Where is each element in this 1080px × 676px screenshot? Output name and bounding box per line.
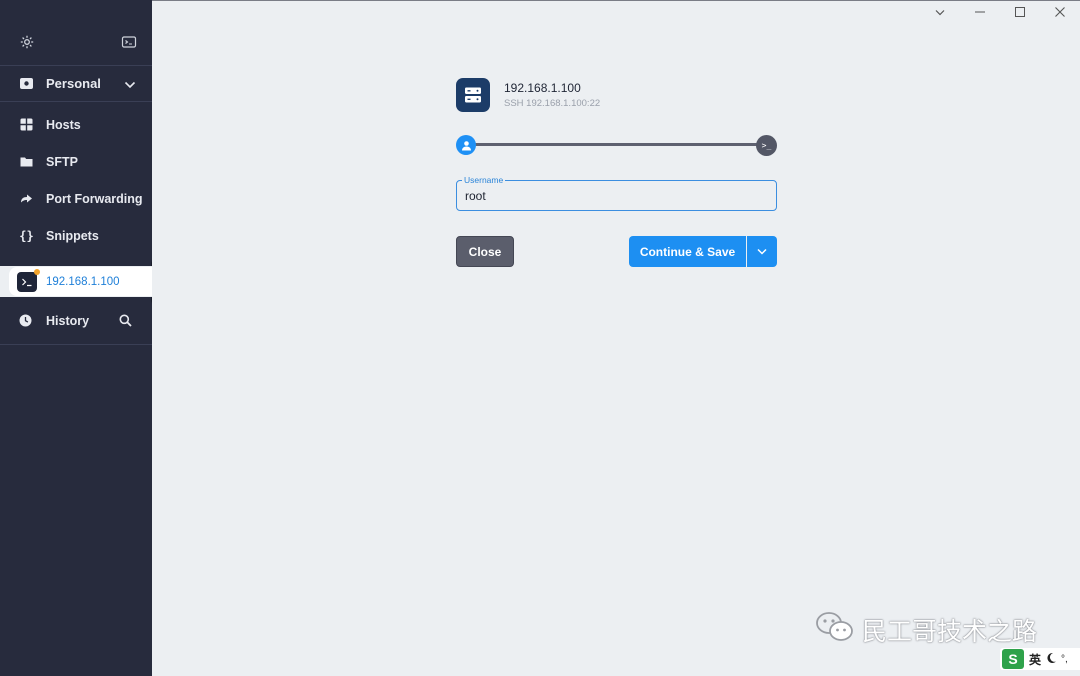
braces-icon: {}	[19, 228, 34, 243]
terminal-step-icon: >_	[756, 135, 777, 156]
continue-options-dropdown[interactable]	[747, 236, 777, 267]
chevron-down-icon	[757, 248, 767, 255]
tab-session-192-168-1-100[interactable]: 192.168.1.100	[9, 267, 152, 296]
minimize-icon[interactable]	[960, 0, 1000, 24]
search-icon[interactable]	[119, 314, 132, 330]
ime-logo-icon: S	[1002, 649, 1024, 669]
chevron-down-icon	[124, 78, 136, 93]
vault-icon	[19, 76, 34, 91]
host-name: 192.168.1.100	[504, 81, 581, 95]
vault-label: Personal	[46, 76, 101, 91]
continue-save-button[interactable]: Continue & Save	[629, 236, 746, 267]
watermark-text: 民工哥技术之路	[862, 617, 1038, 646]
sidebar-item-label: Port Forwarding	[46, 191, 143, 206]
punctuation-icon[interactable]: °,	[1061, 654, 1068, 665]
host-server-icon	[456, 78, 490, 112]
sidebar-item-hosts[interactable]: Hosts	[0, 106, 152, 143]
sidebar-item-label: Hosts	[46, 117, 81, 132]
port-forwarding-icon	[19, 191, 34, 206]
menu-chevron-icon[interactable]	[920, 0, 960, 24]
tab-label: 192.168.1.100	[46, 275, 120, 288]
vault-selector[interactable]: Personal	[0, 66, 152, 102]
wechat-icon	[814, 610, 856, 650]
folder-icon	[19, 154, 34, 169]
sidebar-nav: Hosts SFTP Port Forwarding {} Snippets	[0, 102, 152, 254]
sidebar-item-label: Snippets	[46, 228, 99, 243]
host-address: SSH 192.168.1.100:22	[504, 98, 601, 109]
ime-toolbar[interactable]: S 英 °,	[1000, 648, 1080, 670]
sidebar-item-label: SFTP	[46, 154, 78, 169]
sidebar-item-sftp[interactable]: SFTP	[0, 143, 152, 180]
close-button[interactable]: Close	[456, 236, 514, 267]
history-label: History	[46, 313, 90, 328]
hosts-icon	[19, 117, 34, 132]
terminal-session-icon	[17, 268, 40, 292]
sidebar: Personal Hosts SFTP Port Forwarding {} S…	[0, 0, 152, 676]
user-step-icon	[456, 135, 476, 155]
maximize-icon[interactable]	[1000, 0, 1040, 24]
username-label: Username	[462, 175, 506, 185]
clock-icon	[19, 313, 34, 328]
terminal-icon[interactable]	[121, 34, 137, 50]
sidebar-toolbar	[0, 0, 152, 66]
sidebar-lower: History	[0, 297, 152, 676]
username-input[interactable]	[465, 189, 765, 203]
close-window-icon[interactable]	[1040, 0, 1080, 24]
watermark: 民工哥技术之路	[814, 610, 1037, 650]
ime-language[interactable]: 英	[1029, 651, 1041, 668]
status-badge	[34, 268, 40, 275]
sidebar-item-history[interactable]: History	[0, 297, 152, 345]
connection-progress-track	[470, 143, 770, 146]
sidebar-item-port-forwarding[interactable]: Port Forwarding	[0, 180, 152, 217]
sidebar-upper: Personal Hosts SFTP Port Forwarding {} S…	[0, 0, 152, 267]
window-controls	[920, 0, 1080, 24]
gear-icon[interactable]	[19, 34, 35, 50]
moon-icon[interactable]	[1045, 652, 1057, 667]
sidebar-item-snippets[interactable]: {} Snippets	[0, 217, 152, 254]
